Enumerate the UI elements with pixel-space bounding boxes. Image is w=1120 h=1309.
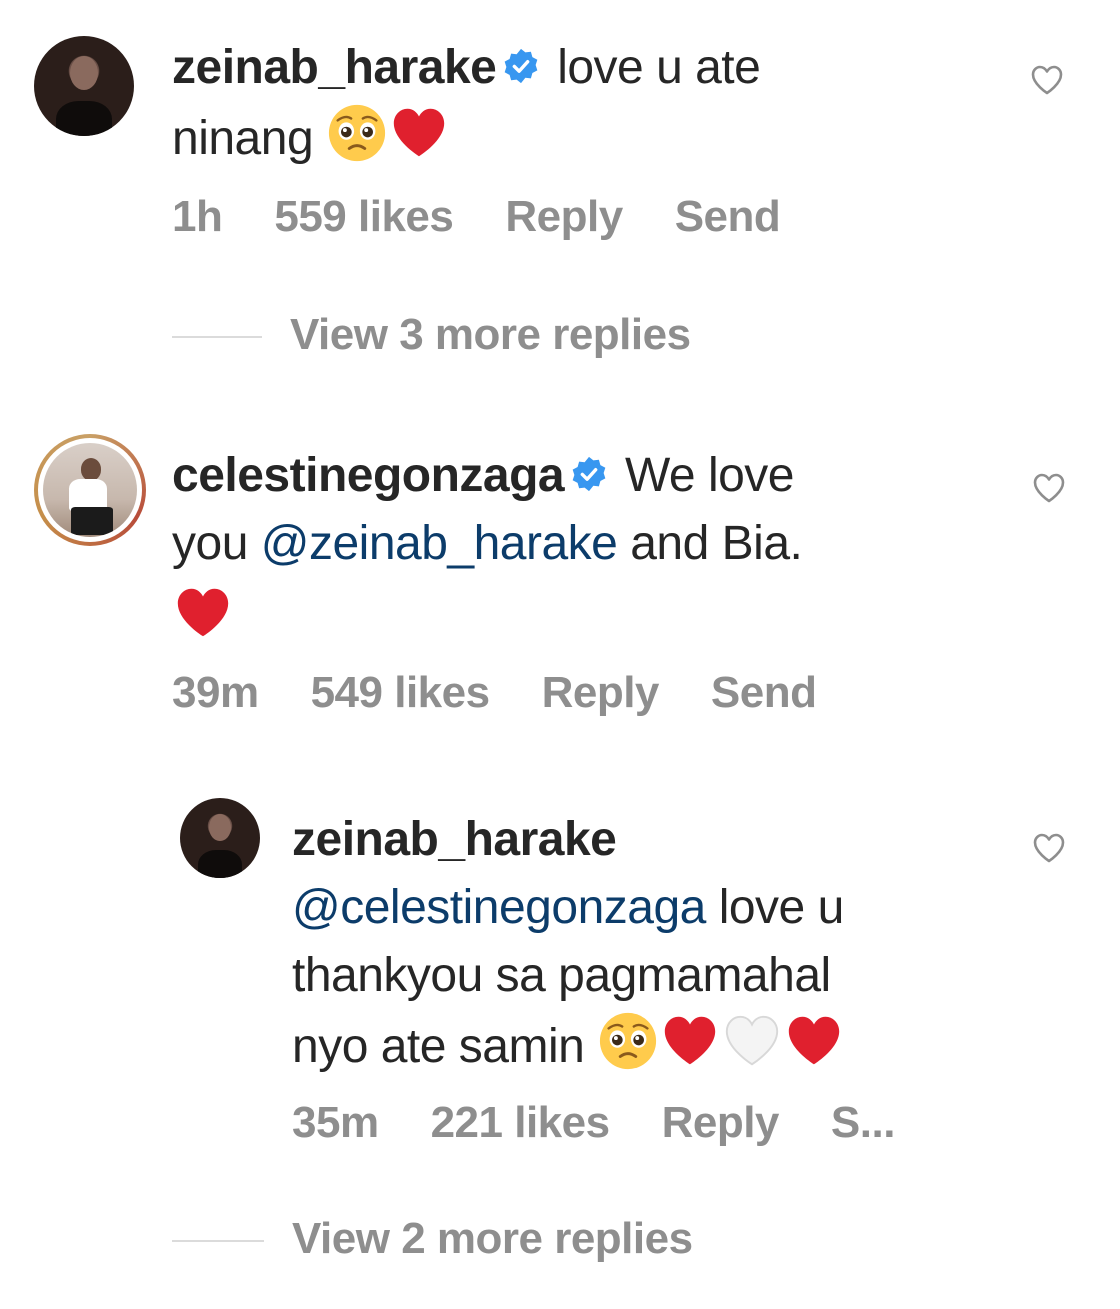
white-heart-emoji [726,1015,779,1066]
username[interactable]: zeinab_harake [172,41,497,94]
pleading-face-emoji [328,104,386,162]
likes-count[interactable]: 221 likes [431,1098,611,1147]
view-more-replies-button[interactable]: View 3 more replies [290,310,691,360]
send-button[interactable]: S... [831,1098,896,1147]
comment-body: zeinab_harake love u ate ninang [172,34,972,173]
view-more-replies-button[interactable]: View 2 more replies [292,1214,693,1264]
comment-body: celestinegonzaga We love you @zeinab_har… [172,442,992,653]
likes-count[interactable]: 549 likes [311,668,491,717]
avatar-zeinab[interactable] [180,798,260,878]
comment-text-line-1: love u [718,881,845,934]
comment-text-line-2: you [172,517,248,570]
avatar-celestine[interactable] [34,434,146,546]
red-heart-emoji [393,108,445,157]
comment-meta: 35m 221 likes Reply S... [292,1098,947,1148]
verified-badge-icon [572,456,606,492]
comment-text-line-1: love u ate [557,41,761,94]
send-button[interactable]: Send [675,192,781,241]
like-heart-icon[interactable] [1032,832,1066,864]
divider [172,1240,264,1242]
pleading-face-emoji [600,1012,657,1070]
comment-text-line-3: nyo ate samin [292,1020,585,1073]
reply-button[interactable]: Reply [505,192,623,241]
timestamp: 39m [172,668,259,717]
like-heart-icon[interactable] [1030,64,1064,96]
comment-text-line-2: thankyou sa pagmamahal [292,949,831,1002]
mention-link[interactable]: @zeinab_harake [261,517,618,570]
reply-button[interactable]: Reply [662,1098,780,1147]
comment-meta: 1h 559 likes Reply Send [172,192,832,242]
comment-text-line-3: and Bia. [630,517,803,570]
red-heart-emoji [664,1016,716,1065]
verified-badge-icon [505,48,538,84]
comment-text-line-2: ninang [172,112,314,165]
like-heart-icon[interactable] [1032,472,1066,504]
timestamp: 35m [292,1098,379,1147]
likes-count[interactable]: 559 likes [274,192,454,241]
username[interactable]: celestinegonzaga [172,449,565,502]
timestamp: 1h [172,192,223,241]
comment-body: zeinab_harake @celestinegonzaga love u t… [292,806,1012,1081]
reply-button[interactable]: Reply [542,668,660,717]
mention-link[interactable]: @celestinegonzaga [292,881,706,934]
username[interactable]: zeinab_harake [292,813,617,866]
divider [172,336,262,338]
red-heart-emoji [788,1016,840,1065]
red-heart-emoji [177,588,229,637]
comment-meta: 39m 549 likes Reply Send [172,668,868,718]
send-button[interactable]: Send [711,668,817,717]
comment-text-line-1: We love [624,449,795,502]
avatar-zeinab[interactable] [34,36,134,136]
